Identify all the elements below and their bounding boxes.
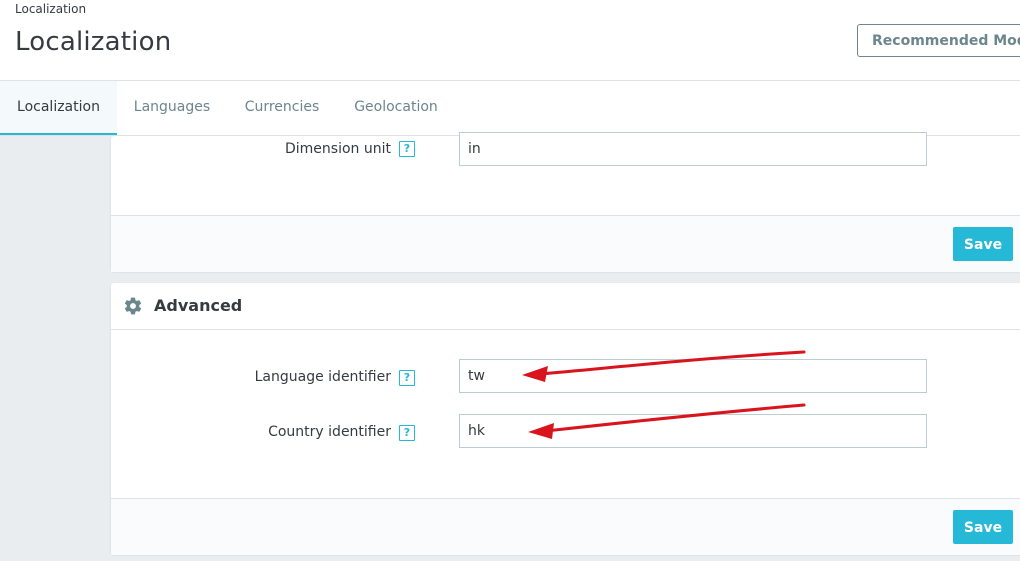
language-identifier-label: Language identifier <box>254 369 391 385</box>
dimension-unit-label: Dimension unit <box>285 141 391 157</box>
language-identifier-input[interactable]: tw <box>459 359 927 393</box>
save-button[interactable]: Save <box>953 510 1013 544</box>
tab-geolocation[interactable]: Geolocation <box>337 81 455 135</box>
page-header: Localization Localization Recommended Mo… <box>0 0 1020 81</box>
help-icon[interactable]: ? <box>399 425 415 441</box>
tab-languages[interactable]: Languages <box>117 81 227 135</box>
gear-icon <box>124 297 142 315</box>
tab-currencies[interactable]: Currencies <box>227 81 337 135</box>
panel-header: Advanced <box>111 283 1020 330</box>
help-icon[interactable]: ? <box>399 370 415 386</box>
recommended-modules-button[interactable]: Recommended Modules <box>857 24 1020 57</box>
tab-localization[interactable]: Localization <box>0 81 117 135</box>
panel-title: Advanced <box>154 296 243 315</box>
breadcrumb[interactable]: Localization <box>15 2 86 16</box>
country-identifier-input[interactable]: hk <box>459 414 927 448</box>
country-identifier-label: Country identifier <box>268 424 391 440</box>
panel-footer: Save <box>111 215 1020 272</box>
units-panel: Dimension unit ? in Save <box>111 132 1020 272</box>
dimension-unit-input[interactable]: in <box>459 132 927 166</box>
page-title: Localization <box>15 27 172 57</box>
advanced-panel: Advanced Language identifier ? tw Countr… <box>111 283 1020 555</box>
panel-footer: Save <box>111 498 1020 555</box>
save-button[interactable]: Save <box>953 227 1013 261</box>
tab-bar: Localization Languages Currencies Geoloc… <box>0 81 1020 136</box>
help-icon[interactable]: ? <box>399 141 415 157</box>
